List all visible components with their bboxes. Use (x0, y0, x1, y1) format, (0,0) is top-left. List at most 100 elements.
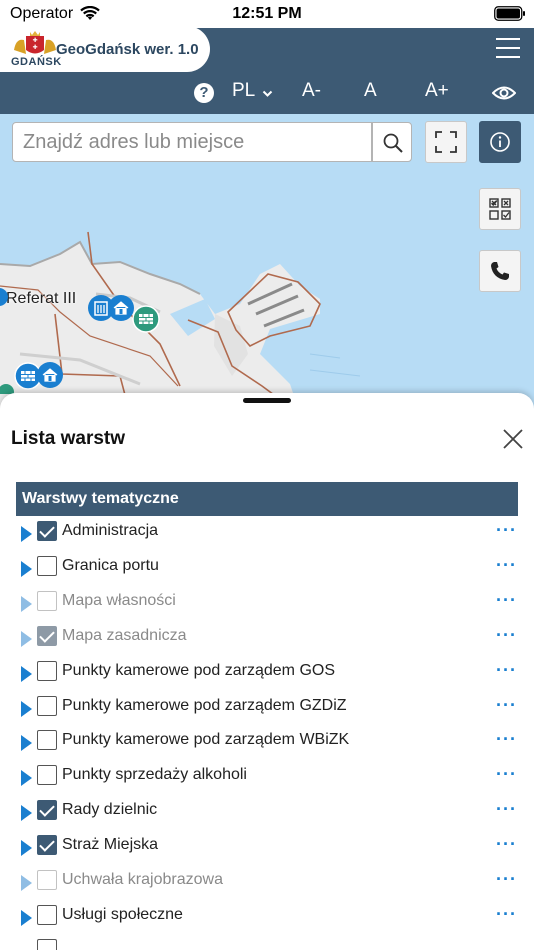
layer-label: Straż Miejska (62, 836, 159, 854)
layer-label: Mapa własności (62, 591, 176, 609)
layer-row[interactable]: Punkty kamerowe pod zarządem GZDiZ ··· (0, 691, 534, 726)
fullscreen-button[interactable] (425, 121, 467, 163)
layer-row[interactable]: Rady dzielnic ··· (0, 795, 534, 830)
layer-row[interactable]: Usługi społeczne ··· (0, 900, 534, 935)
map-place-label: Referat III (6, 290, 77, 307)
expand-arrow-icon[interactable] (21, 840, 32, 857)
expand-arrow-icon[interactable] (21, 700, 32, 717)
language-select[interactable]: PL (232, 80, 255, 102)
more-options-icon[interactable]: ··· (496, 625, 517, 646)
layer-checkbox[interactable] (37, 521, 57, 541)
more-options-icon[interactable]: ··· (496, 660, 517, 681)
layer-label: Uchwała krajobrazowa (62, 871, 223, 888)
home-icon[interactable] (108, 295, 134, 321)
expand-arrow-icon[interactable] (21, 526, 32, 542)
layer-label: Punkty sprzedaży alkoholi (62, 766, 247, 784)
more-options-icon[interactable]: ··· (496, 520, 517, 541)
layer-checkbox[interactable] (37, 695, 57, 716)
expand-arrow-icon[interactable] (21, 630, 32, 647)
more-options-icon[interactable]: ··· (496, 695, 517, 716)
map-marker-icon[interactable] (0, 380, 16, 394)
more-options-icon[interactable]: ··· (496, 904, 517, 925)
info-button[interactable] (479, 121, 521, 163)
layer-checkbox[interactable] (37, 870, 57, 890)
menu-bar (496, 38, 520, 40)
status-bar: Operator 12:51 PM (0, 0, 534, 28)
more-options-icon[interactable]: ··· (496, 799, 517, 820)
font-increase-button[interactable]: A+ (425, 80, 449, 102)
layer-row[interactable]: Granica portu ··· (0, 551, 534, 586)
expand-arrow-icon[interactable] (21, 909, 32, 926)
more-options-icon[interactable]: ··· (496, 590, 517, 611)
expand-arrow-icon[interactable] (21, 595, 32, 612)
expand-arrow-icon[interactable] (21, 735, 32, 752)
eye-icon[interactable] (492, 84, 516, 102)
font-default-button[interactable]: A (364, 80, 377, 102)
help-icon[interactable]: ? (194, 83, 214, 103)
layer-row[interactable]: Punkty kamerowe pod zarządem WBiZK ··· (0, 725, 534, 760)
svg-text:✚: ✚ (32, 44, 37, 51)
layer-row[interactable]: Straż Miejska ··· (0, 830, 534, 865)
gdansk-crest-icon: ✚ ✚ (14, 31, 56, 54)
phone-button[interactable] (479, 250, 521, 292)
sheet-grabber-handle[interactable] (243, 398, 291, 403)
font-decrease-button[interactable]: A- (302, 80, 321, 102)
layer-checkbox[interactable] (37, 765, 57, 786)
layer-row[interactable]: Punkty kamerowe pod zarządem GOS ··· (0, 656, 534, 691)
menu-bar (496, 47, 520, 49)
search-button[interactable] (372, 122, 412, 162)
expand-arrow-icon[interactable] (21, 875, 32, 891)
sheet-title: Lista warstw (11, 428, 126, 449)
more-options-icon[interactable]: ··· (496, 834, 517, 855)
map-marker-icon[interactable] (0, 286, 8, 308)
layer-label: Punkty kamerowe pod zarządem WBiZK (62, 731, 350, 749)
layer-checkbox[interactable] (37, 800, 57, 821)
home-icon[interactable] (37, 362, 63, 388)
city-name: GDAŃSK (11, 56, 62, 68)
layer-row[interactable]: Mapa własności ··· (0, 586, 534, 621)
layer-checkbox[interactable] (37, 625, 57, 646)
layer-row[interactable]: Punkty sprzedaży alkoholi ··· (0, 760, 534, 795)
expand-arrow-icon[interactable] (21, 560, 32, 577)
close-icon[interactable] (502, 428, 524, 450)
layer-label: Mapa zasadnicza (62, 626, 187, 644)
layer-checkbox[interactable] (37, 590, 57, 611)
svg-text:✚: ✚ (32, 37, 37, 44)
expand-arrow-icon[interactable] (21, 770, 32, 787)
expand-arrow-icon[interactable] (21, 665, 32, 682)
layer-label: Administracja (62, 522, 159, 539)
layer-checkbox[interactable] (37, 660, 57, 681)
layer-label: Punkty kamerowe pod zarządem GZDiZ (62, 696, 347, 714)
search-icon (383, 133, 403, 153)
layer-checkbox[interactable] (37, 904, 57, 925)
layer-label: Usługi społeczne (62, 905, 183, 923)
layer-group-header[interactable]: Warstwy tematyczne (16, 482, 518, 516)
layer-checkbox[interactable] (37, 835, 57, 856)
layer-label: Rady dzielnic (62, 801, 158, 819)
search-box (12, 122, 372, 162)
more-options-icon[interactable]: ··· (496, 555, 517, 576)
layer-row[interactable]: Uchwała krajobrazowa ··· (0, 865, 534, 900)
status-time: 12:51 PM (232, 5, 302, 22)
layers-toggle-button[interactable] (479, 188, 521, 230)
layer-checkbox[interactable] (37, 730, 57, 751)
layer-label: Punkty kamerowe pod zarządem GOS (62, 661, 336, 679)
brick-wall-icon[interactable] (132, 305, 160, 333)
more-options-icon[interactable]: ··· (496, 729, 517, 750)
checkbox (37, 939, 57, 950)
layer-checkbox[interactable] (37, 555, 57, 576)
layer-row[interactable]: Mapa zasadnicza ··· (0, 621, 534, 656)
chevron-down-icon[interactable] (262, 90, 273, 98)
search-input[interactable] (13, 123, 371, 161)
layer-row[interactable]: Administracja ··· (0, 516, 534, 551)
expand-arrow-icon[interactable] (21, 805, 32, 822)
more-options-icon[interactable]: ··· (496, 869, 517, 890)
fullscreen-icon (435, 131, 457, 153)
app-title: GeoGdańsk wer. 1.0 (56, 41, 199, 58)
info-icon (490, 132, 510, 152)
menu-button[interactable] (496, 38, 520, 60)
more-options-icon[interactable]: ··· (496, 764, 517, 785)
layers-checklist-icon (489, 198, 511, 220)
menu-bar (496, 56, 520, 58)
phone-icon (491, 262, 509, 280)
